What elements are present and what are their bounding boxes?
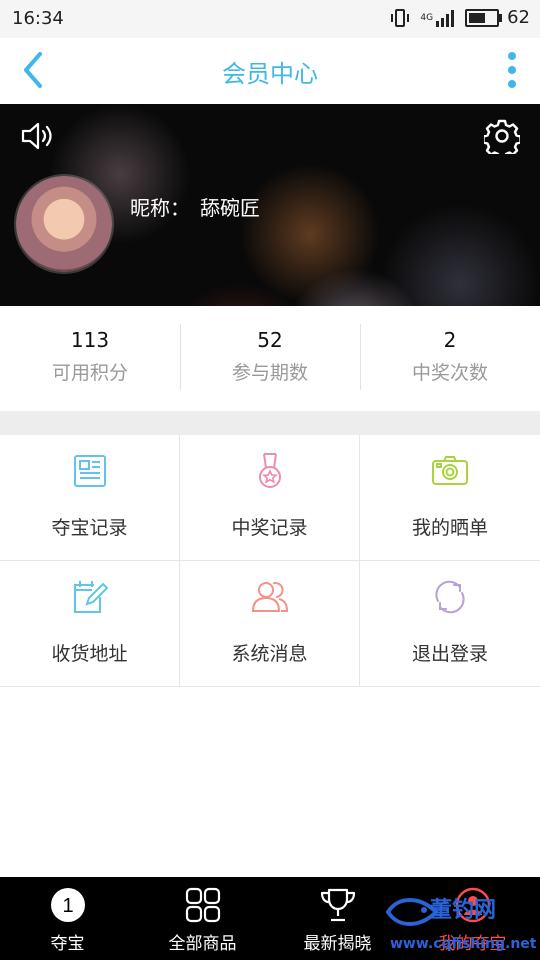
section-divider: [0, 411, 540, 435]
menu-item-logout[interactable]: 退出登录: [360, 561, 540, 687]
battery-icon: [465, 8, 503, 27]
tab-badge: 1: [62, 895, 73, 917]
nav-bar: 会员中心: [0, 38, 540, 105]
menu-item-label: 中奖记录: [231, 517, 308, 539]
tab-draw[interactable]: 1 夺宝: [0, 877, 135, 960]
menu-item-label: 收货地址: [51, 643, 128, 665]
users-icon: [251, 582, 288, 612]
stat-value: 2: [443, 328, 457, 352]
number-one-icon: 1: [50, 888, 85, 922]
stat-points[interactable]: 113 可用积分: [0, 306, 180, 411]
camera-icon: [432, 456, 468, 485]
tab-label: 全部商品: [168, 934, 237, 954]
speaker-icon[interactable]: [20, 120, 56, 152]
network-label: 4G: [420, 12, 434, 23]
stat-value: 113: [70, 328, 110, 352]
stat-label: 中奖次数: [411, 362, 488, 384]
trophy-icon: [320, 888, 355, 922]
nickname-label: 昵称：: [130, 196, 190, 220]
grid-icon: [185, 887, 220, 923]
refresh-icon: [435, 580, 465, 614]
menu-item-label: 系统消息: [231, 643, 308, 665]
stat-participations[interactable]: 52 参与期数: [180, 306, 360, 411]
page-title: 会员中心: [222, 60, 318, 88]
menu-item-my-shares[interactable]: 我的晒单: [360, 435, 540, 561]
stat-wins[interactable]: 2 中奖次数: [360, 306, 540, 411]
stat-label: 参与期数: [231, 362, 308, 384]
stat-label: 可用积分: [51, 362, 128, 384]
settings-gear-icon[interactable]: [484, 118, 520, 154]
menu-item-win-records[interactable]: 中奖记录: [180, 435, 360, 561]
menu-item-shipping-address[interactable]: 收货地址: [0, 561, 180, 687]
profile-banner: 昵称： 舔碗匠: [0, 104, 540, 306]
watermark-url: www.cqfishing.net: [390, 936, 537, 952]
menu-item-draw-records[interactable]: 夺宝记录: [0, 435, 180, 561]
status-bar: 16:34 4G 62: [0, 0, 540, 38]
record-icon: [73, 455, 106, 487]
watermark-name: 董钓网: [430, 898, 497, 923]
nickname-value: 舔碗匠: [200, 196, 260, 220]
tab-all-products[interactable]: 全部商品: [135, 877, 270, 960]
watermark: 董钓网 www.cqfishing.net: [382, 886, 540, 960]
stat-value: 52: [257, 328, 283, 352]
stats-row: 113 可用积分 52 参与期数 2 中奖次数: [0, 306, 540, 411]
status-time: 16:34: [12, 8, 64, 29]
avatar[interactable]: [16, 176, 112, 272]
status-icons: 4G 62: [388, 7, 530, 28]
battery-percent: 62: [507, 7, 530, 28]
menu-item-label: 我的晒单: [411, 517, 488, 539]
tab-label: 夺宝: [50, 934, 85, 954]
menu-item-label: 夺宝记录: [51, 517, 128, 539]
menu-item-system-messages[interactable]: 系统消息: [180, 561, 360, 687]
medal-icon: [258, 453, 281, 488]
menu-grid: 夺宝记录 中奖记录 我的晒单 收货地址 系统消息 退出登录: [0, 435, 540, 687]
nickname-row: 昵称： 舔碗匠: [130, 192, 260, 221]
vibrate-icon: [391, 8, 410, 27]
menu-item-label: 退出登录: [411, 643, 488, 665]
edit-address-icon: [73, 581, 108, 613]
more-options-icon[interactable]: [502, 50, 522, 90]
signal-icon: [436, 9, 455, 27]
